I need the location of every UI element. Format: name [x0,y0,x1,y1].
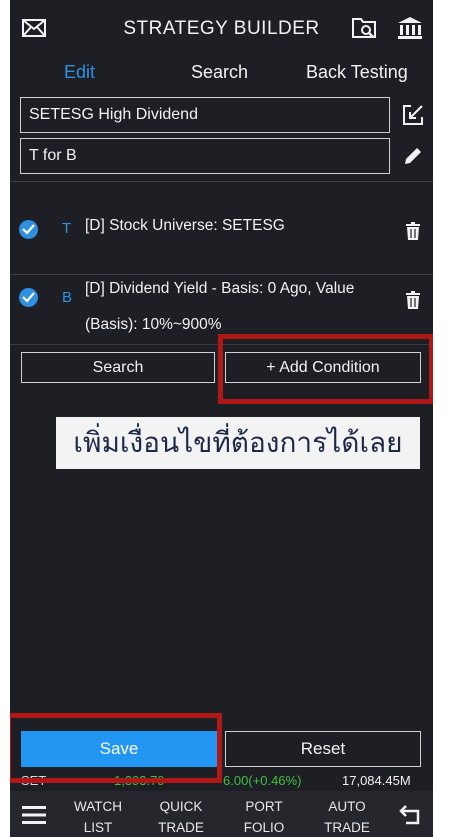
app-screen: STRATEGY BUILDER Edit Search Back Testin… [10,0,433,837]
highlight-box [10,713,222,783]
nav-label-line1: AUTO [328,799,366,814]
strategy-description-field[interactable]: T for B [20,138,390,174]
return-icon[interactable] [398,805,422,825]
condition-tag: T [62,220,72,237]
condition-text: [D] Dividend Yield - Basis: 0 Ago, Value… [85,280,355,333]
condition-row[interactable]: B [D] Dividend Yield - Basis: 0 Ago, Val… [10,271,433,343]
nav-label-line2: LIST [83,820,113,835]
nav-label-line2: TRADE [158,820,204,835]
condition-row[interactable]: T [D] Stock Universe: SETESG [10,208,433,248]
tab-back-testing[interactable]: Back Testing [306,62,408,83]
header-bar: STRATEGY BUILDER [10,0,433,56]
nav-label-line2: FOLIO [243,820,285,835]
tab-edit[interactable]: Edit [64,62,95,83]
condition-text: [D] Stock Universe: SETESG [85,217,285,234]
hamburger-menu-icon[interactable] [22,805,46,825]
ticker-change: 6.00(+0.46%) [223,773,302,788]
tab-bar: Edit Search Back Testing [10,56,433,92]
strategy-name-field[interactable]: SETESG High Dividend [20,97,390,133]
nav-label-line1: QUICK [159,799,203,814]
nav-auto-trade[interactable]: AUTO TRADE [312,796,382,837]
thai-annotation: เพิ่มเงื่อนไขที่ต้องการได้เลย [56,417,420,469]
nav-portfolio[interactable]: PORT FOLIO [229,796,299,837]
divider [10,181,433,182]
bank-icon[interactable] [397,16,423,40]
check-icon[interactable] [19,220,38,239]
nav-label-line2: TRADE [324,820,370,835]
search-button[interactable]: Search [21,352,215,383]
trash-icon[interactable] [406,222,420,240]
folder-search-icon[interactable] [352,16,378,40]
nav-label-line1: WATCH [74,799,122,814]
bottom-nav: WATCH LIST QUICK TRADE PORT FOLIO AUTO T… [10,791,433,837]
ticker-volume: 17,084.45M [342,773,411,788]
check-icon[interactable] [19,288,38,307]
trash-icon[interactable] [406,291,420,309]
pencil-icon[interactable] [402,145,424,167]
nav-label-line1: PORT [245,799,283,814]
nav-watch-list[interactable]: WATCH LIST [63,796,133,837]
nav-quick-trade[interactable]: QUICK TRADE [146,796,216,837]
edit-export-icon[interactable] [402,104,424,126]
reset-button[interactable]: Reset [225,731,421,767]
condition-tag: B [62,289,73,306]
tab-search[interactable]: Search [191,62,248,83]
highlight-box [218,334,433,404]
